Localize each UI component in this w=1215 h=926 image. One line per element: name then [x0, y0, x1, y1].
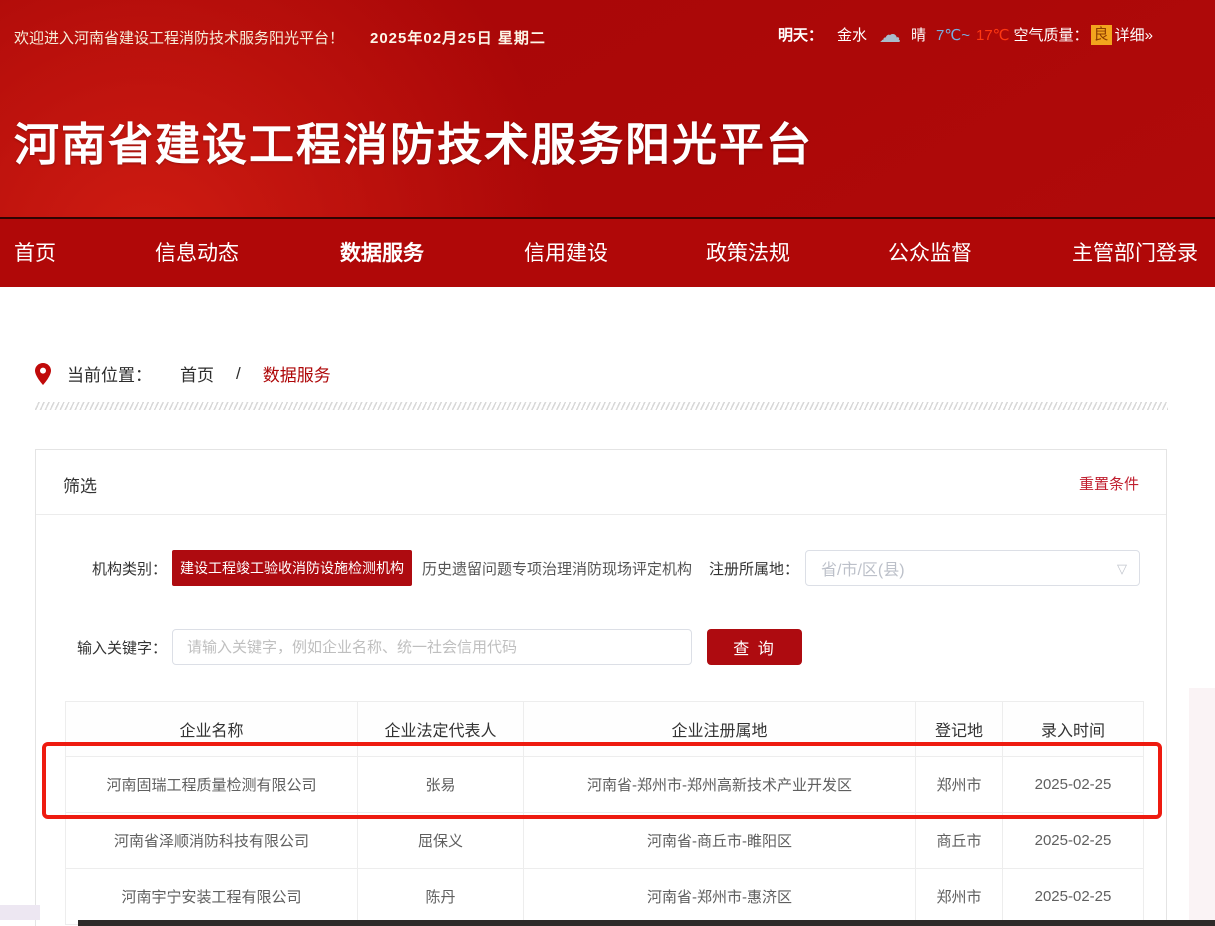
- column-header: 登记地: [916, 702, 1003, 757]
- aqi-badge: 良: [1091, 25, 1112, 45]
- table-cell: 张易: [358, 757, 524, 813]
- corner-patch: [0, 905, 40, 920]
- org-type-filter-row: 机构类别： 建设工程竣工验收消防设施检测机构 历史遗留问题专项治理消防现场评定机…: [36, 550, 1166, 586]
- nav-item-news[interactable]: 信息动态: [155, 219, 239, 289]
- table-cell: 郑州市: [916, 757, 1003, 813]
- table-cell: 2025-02-25: [1003, 757, 1144, 813]
- weather-district: 金水: [837, 24, 867, 45]
- company-table-body: 河南固瑞工程质量检测有限公司张易河南省-郑州市-郑州高新技术产业开发区郑州市20…: [66, 757, 1144, 925]
- slash-pattern-divider: [35, 402, 1168, 410]
- weather-detail-link[interactable]: 详细»: [1115, 24, 1153, 45]
- table-cell: 商丘市: [916, 813, 1003, 869]
- column-header: 企业注册属地: [524, 702, 916, 757]
- table-row[interactable]: 河南宇宁安装工程有限公司陈丹河南省-郑州市-惠济区郑州市2025-02-25: [66, 869, 1144, 925]
- location-pin-icon: [35, 363, 51, 385]
- search-button[interactable]: 查 询: [707, 629, 802, 665]
- table-cell: 陈丹: [358, 869, 524, 925]
- topbar: 欢迎进入河南省建设工程消防技术服务阳光平台！ 2025年02月25日 星期二 明…: [0, 0, 1215, 70]
- org-type-label: 机构类别：: [36, 558, 167, 579]
- table-cell: 河南固瑞工程质量检测有限公司: [66, 757, 358, 813]
- breadcrumb: 当前位置： 首页 / 数据服务: [35, 361, 1215, 386]
- breadcrumb-current-link[interactable]: 数据服务: [263, 361, 331, 386]
- nav-item-supervision[interactable]: 公众监督: [888, 219, 972, 289]
- breadcrumb-home-link[interactable]: 首页: [180, 361, 214, 386]
- bottom-scrollbar[interactable]: [78, 920, 1215, 926]
- company-table-head: 企业名称企业法定代表人企业注册属地登记地录入时间: [66, 702, 1144, 757]
- weather-condition: 晴: [911, 24, 926, 45]
- keyword-label: 输入关键字：: [36, 637, 167, 658]
- aqi-label: 空气质量：: [1014, 24, 1089, 45]
- region-select-placeholder: 省/市/区(县): [821, 556, 905, 580]
- weather-tomorrow-label: 明天：: [778, 24, 823, 45]
- weather-temp-low: 7℃~: [936, 26, 970, 44]
- nav-item-data-service[interactable]: 数据服务: [340, 219, 424, 289]
- org-type-selected-button[interactable]: 建设工程竣工验收消防设施检测机构: [172, 550, 412, 586]
- breadcrumb-separator: /: [236, 364, 241, 384]
- org-type-other-option[interactable]: 历史遗留问题专项治理消防现场评定机构: [422, 558, 692, 579]
- welcome-text: 欢迎进入河南省建设工程消防技术服务阳光平台！: [14, 27, 344, 48]
- chevron-down-icon: ▽: [1117, 561, 1127, 577]
- table-cell: 2025-02-25: [1003, 813, 1144, 869]
- column-header: 企业名称: [66, 702, 358, 757]
- company-table: 企业名称企业法定代表人企业注册属地登记地录入时间 河南固瑞工程质量检测有限公司张…: [65, 701, 1144, 925]
- page-title: 河南省建设工程消防技术服务阳光平台: [14, 108, 813, 173]
- date-text: 2025年02月25日 星期二: [370, 27, 546, 48]
- cloud-icon: ☁: [879, 25, 901, 45]
- main-nav: 首页 信息动态 数据服务 信用建设 政策法规 公众监督 主管部门登录: [0, 217, 1215, 287]
- right-edge-strip: [1189, 688, 1215, 920]
- filter-panel: 筛选 重置条件 机构类别： 建设工程竣工验收消防设施检测机构 历史遗留问题专项治…: [35, 449, 1167, 926]
- region-select[interactable]: 省/市/区(县) ▽: [805, 550, 1140, 586]
- table-cell: 河南宇宁安装工程有限公司: [66, 869, 358, 925]
- filter-title: 筛选: [63, 472, 97, 497]
- table-cell: 河南省泽顺消防科技有限公司: [66, 813, 358, 869]
- region-label: 注册所属地：: [709, 558, 799, 579]
- nav-item-home[interactable]: 首页: [14, 219, 56, 289]
- nav-item-policy[interactable]: 政策法规: [706, 219, 790, 289]
- table-cell: 郑州市: [916, 869, 1003, 925]
- keyword-filter-row: 输入关键字： 查 询: [36, 629, 1166, 665]
- weather-widget: 明天： 金水 ☁ 晴 7℃~ 17℃ 空气质量： 良 详细»: [778, 24, 1153, 45]
- column-header: 企业法定代表人: [358, 702, 524, 757]
- table-row[interactable]: 河南固瑞工程质量检测有限公司张易河南省-郑州市-郑州高新技术产业开发区郑州市20…: [66, 757, 1144, 813]
- table-header-row: 企业名称企业法定代表人企业注册属地登记地录入时间: [66, 702, 1144, 757]
- weather-temp-high: 17℃: [976, 26, 1010, 44]
- breadcrumb-label: 当前位置：: [67, 361, 152, 386]
- nav-item-credit[interactable]: 信用建设: [524, 219, 608, 289]
- table-cell: 河南省-商丘市-睢阳区: [524, 813, 916, 869]
- site-header: 欢迎进入河南省建设工程消防技术服务阳光平台！ 2025年02月25日 星期二 明…: [0, 0, 1215, 217]
- nav-item-admin-login[interactable]: 主管部门登录: [1072, 219, 1198, 289]
- table-row[interactable]: 河南省泽顺消防科技有限公司屈保义河南省-商丘市-睢阳区商丘市2025-02-25: [66, 813, 1144, 869]
- table-cell: 河南省-郑州市-惠济区: [524, 869, 916, 925]
- column-header: 录入时间: [1003, 702, 1144, 757]
- table-cell: 河南省-郑州市-郑州高新技术产业开发区: [524, 757, 916, 813]
- keyword-input[interactable]: [172, 629, 692, 665]
- reset-filters-link[interactable]: 重置条件: [1079, 473, 1139, 494]
- table-cell: 屈保义: [358, 813, 524, 869]
- filter-panel-header: 筛选 重置条件: [36, 450, 1166, 515]
- table-cell: 2025-02-25: [1003, 869, 1144, 925]
